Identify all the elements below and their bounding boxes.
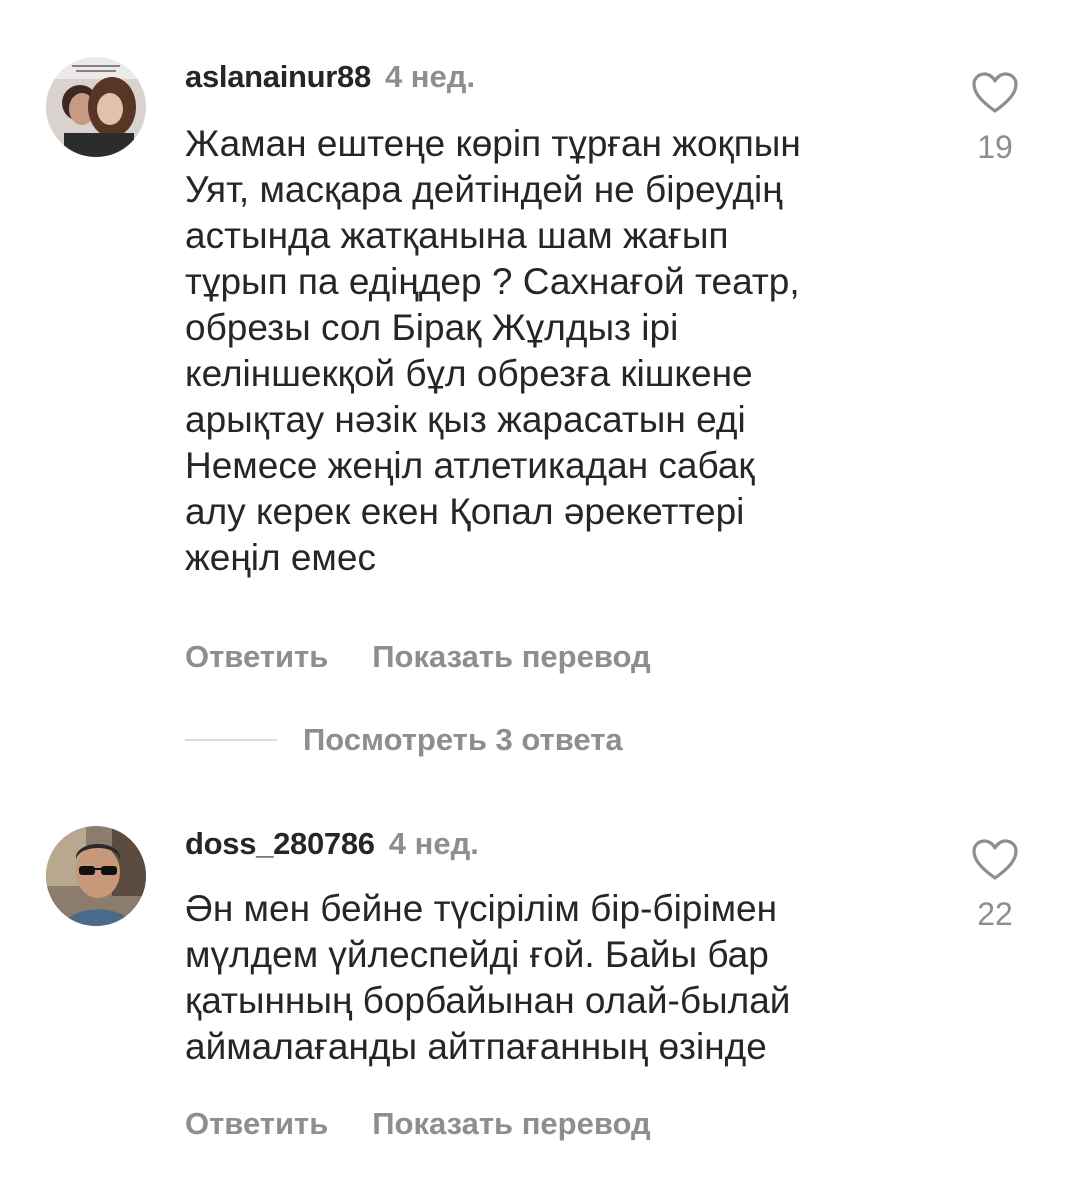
comment-header: doss_280786 4 нед. (185, 824, 479, 864)
comment-line: қатынның борбайынан олай-былай (185, 980, 791, 1021)
comment-line: тұрып па едіңдер ? Сахнағой театр, (185, 261, 800, 302)
view-replies-button[interactable]: Посмотреть 3 ответа (303, 722, 623, 758)
view-replies[interactable]: Посмотреть 3 ответа (185, 720, 623, 760)
comment-line: Жаман ештеңе көріп тұрған жоқпын (185, 123, 801, 164)
comment-header: aslanainur88 4 нед. (185, 57, 475, 97)
heart-outline-icon[interactable] (971, 71, 1019, 115)
comment-line: Ән мен бейне түсірілім бір-бірімен (185, 888, 778, 929)
avatar-photo (46, 826, 146, 926)
comment-line: алу керек екен Қопал әрекеттері (185, 491, 745, 532)
reply-button[interactable]: Ответить (185, 639, 328, 674)
show-translation-button[interactable]: Показать перевод (372, 639, 650, 674)
comment-line: арықтау нәзік қыз жарасатын еді (185, 399, 746, 440)
username[interactable]: aslanainur88 (185, 59, 371, 94)
like-control: 22 (968, 838, 1022, 932)
comment-actions: Ответить Показать перевод (185, 637, 651, 677)
comment-line: келіншекқой бұл обрезға кішкене (185, 353, 753, 394)
heart-outline-icon[interactable] (971, 838, 1019, 882)
replies-divider (185, 739, 277, 741)
reply-button[interactable]: Ответить (185, 1106, 328, 1141)
comment-line: обрезы сол Бірақ Жұлдыз ірі (185, 307, 679, 348)
comment-line: аймалағанды айтпағанның өзінде (185, 1026, 767, 1067)
comment-actions: Ответить Показать перевод (185, 1104, 651, 1144)
username[interactable]: doss_280786 (185, 826, 375, 861)
comment-text: Ән мен бейне түсірілім бір-бірімен мүлде… (185, 886, 955, 1070)
avatar-photo (46, 57, 146, 157)
comment-line: мүлдем үйлеспейді ғой. Байы бар (185, 934, 769, 975)
avatar[interactable] (46, 826, 146, 926)
comment-line: Немесе жеңіл атлетикадан сабақ (185, 445, 755, 486)
avatar[interactable] (46, 57, 146, 157)
like-count: 19 (977, 129, 1013, 165)
comment-text: Жаман ештеңе көріп тұрған жоқпын Уят, ма… (185, 121, 955, 581)
comment-line: астында жатқанына шам жағып (185, 215, 729, 256)
like-count: 22 (977, 896, 1013, 932)
comment-line: Уят, масқара дейтіндей не біреудің (185, 169, 783, 210)
show-translation-button[interactable]: Показать перевод (372, 1106, 650, 1141)
timestamp: 4 нед. (388, 826, 479, 861)
comment-line: жеңіл емес (185, 537, 376, 578)
like-control: 19 (968, 71, 1022, 165)
timestamp: 4 нед. (384, 59, 476, 94)
